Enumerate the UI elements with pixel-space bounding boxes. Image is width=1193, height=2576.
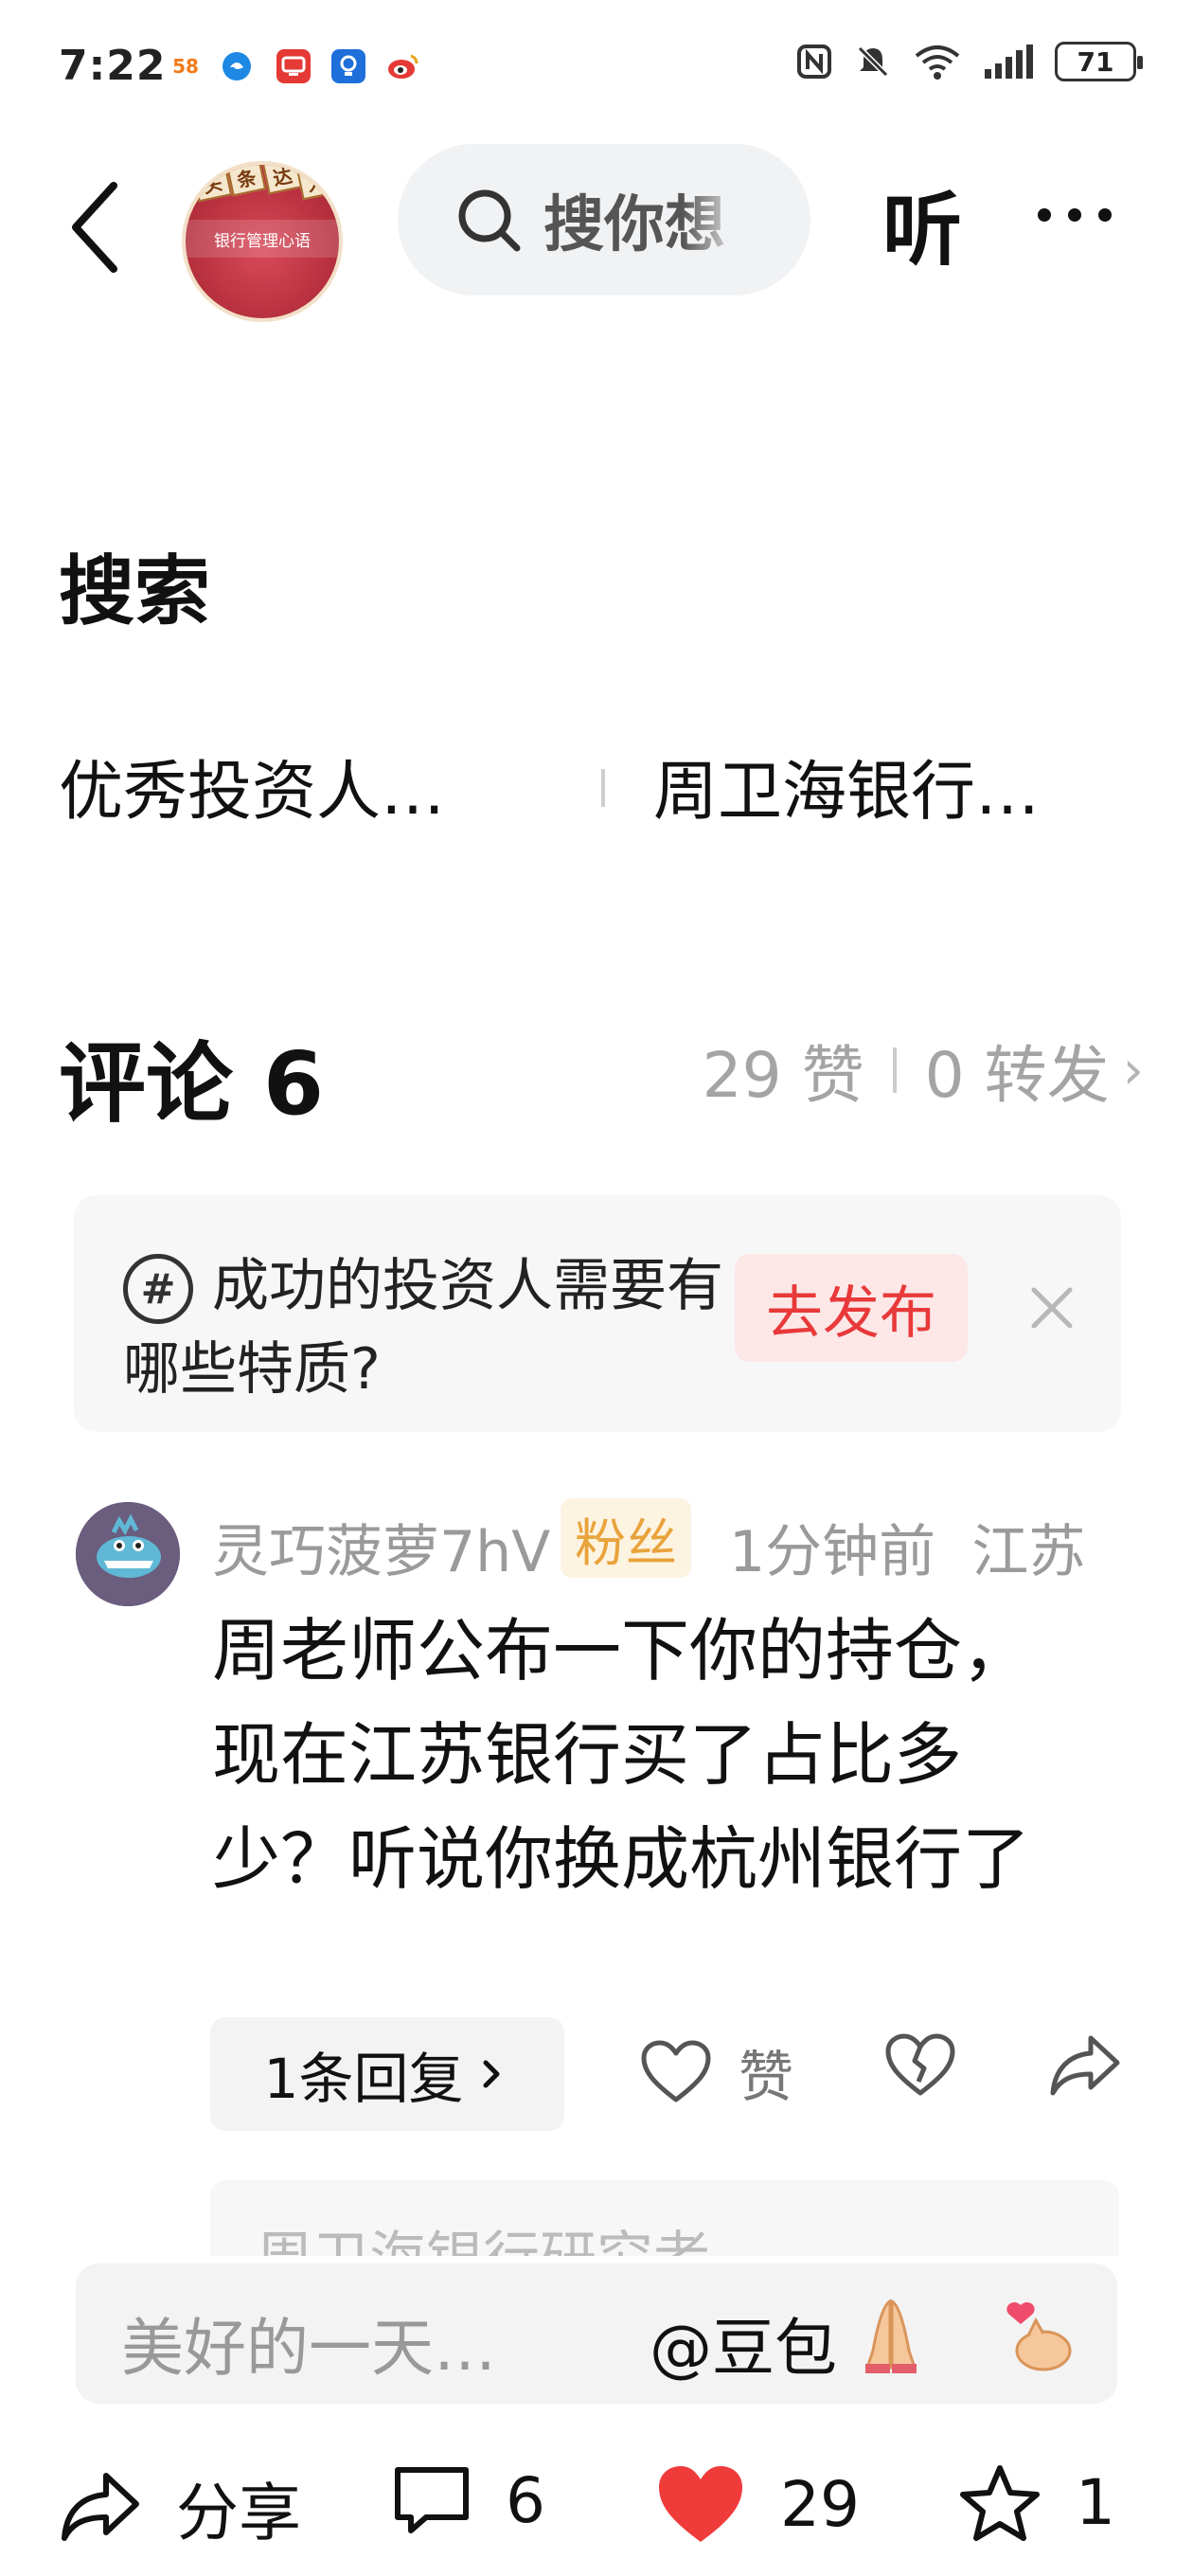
replies-label: 1条回复 — [263, 2047, 464, 2111]
share-icon — [62, 2473, 139, 2541]
commenter-avatar[interactable] — [76, 1502, 180, 1606]
nfc-icon — [797, 45, 831, 79]
mute-icon — [857, 45, 889, 78]
share-button[interactable]: 分享 — [59, 2462, 301, 2553]
view-replies-button[interactable]: 1条回复 — [210, 2017, 564, 2131]
weibo-icon — [386, 49, 420, 83]
broken-heart-icon — [885, 2033, 955, 2096]
avatar-tag: 头 — [191, 165, 233, 203]
share-label: 分享 — [176, 2477, 301, 2549]
shares-count: 0 转发 — [924, 1039, 1110, 1112]
top-nav: 头 条 达 人 银行管理心语 搜你想 听 — [0, 142, 1193, 322]
related-search-1[interactable]: 优秀投资人… — [59, 739, 445, 832]
comment-time: 1分钟前 — [729, 1519, 936, 1585]
close-icon[interactable] — [1019, 1275, 1085, 1341]
share-arrow-icon — [1050, 2035, 1120, 2096]
mention-doubao-button[interactable]: @豆包 — [650, 2298, 837, 2388]
avatar-tag: 条 — [225, 165, 267, 197]
post-stats[interactable]: 29 赞 0 转发 › — [703, 1025, 1144, 1116]
topic-text[interactable]: 成功的投资人需要有哪些特质? — [123, 1244, 767, 1411]
bottom-action-bar: 分享 6 29 1 — [0, 2424, 1193, 2576]
reply-preview[interactable]: 周卫海银行研究者 — [210, 2180, 1119, 2256]
praying-hands-emoji-icon[interactable] — [839, 2282, 943, 2387]
reply-preview-author: 周卫海银行研究者 — [256, 2212, 710, 2256]
search-bar[interactable]: 搜你想 — [398, 144, 810, 295]
favorite-button[interactable]: 1 — [958, 2462, 1115, 2542]
like-label: 赞 — [739, 2045, 794, 2109]
comment-text[interactable]: 周老师公布一下你的持仓，现在江苏银行买了占比多少？听说你换成杭州银行了 — [212, 1599, 1083, 1911]
avatar-tag: 人 — [295, 165, 337, 201]
like-button[interactable]: 29 — [655, 2462, 860, 2546]
avatar-tag: 达 — [261, 165, 303, 195]
author-avatar[interactable]: 头 条 达 人 银行管理心语 — [182, 161, 343, 322]
tv-app-icon — [276, 49, 311, 83]
comment-location: 江苏 — [971, 1519, 1086, 1585]
bulb-app-icon — [331, 49, 365, 83]
finger-heart-emoji-icon[interactable] — [987, 2282, 1091, 2387]
divider — [601, 769, 605, 807]
comment-like-button[interactable]: 赞 — [640, 2032, 793, 2112]
commenter-name[interactable]: 灵巧菠萝7hV — [212, 1506, 550, 1588]
chevron-right-icon: › — [1122, 1039, 1144, 1101]
comments-button[interactable]: 6 — [392, 2462, 545, 2538]
more-options-icon[interactable] — [1038, 208, 1112, 222]
comment-bubble-icon — [395, 2467, 469, 2533]
status-right: 71 — [795, 42, 1143, 81]
signal-icon — [985, 45, 1033, 79]
comment-dislike-button[interactable] — [884, 2032, 956, 2099]
chevron-left-icon — [72, 182, 117, 273]
chevron-right-icon — [483, 2060, 500, 2088]
like-count: 29 — [780, 2467, 860, 2541]
star-icon — [960, 2465, 1040, 2541]
avatar-book-title: 银行管理心语 — [186, 220, 339, 258]
favorite-count: 1 — [1076, 2465, 1115, 2539]
heart-outline-icon — [641, 2040, 711, 2102]
edge-browser-icon — [220, 49, 254, 83]
listen-button[interactable]: 听 — [882, 167, 962, 281]
search-placeholder: 搜你想 — [543, 190, 725, 260]
search-icon — [458, 189, 521, 252]
heart-filled-icon — [659, 2466, 742, 2542]
topic-prompt-card: # 成功的投资人需要有哪些特质? 去发布 — [74, 1195, 1121, 1432]
comment-input-placeholder: 美好的一天… — [121, 2312, 496, 2385]
comments-title: 评论 6 — [59, 1033, 325, 1135]
publish-button[interactable]: 去发布 — [735, 1254, 968, 1362]
comment-meta: 1分钟前 江苏 — [729, 1506, 1085, 1588]
search-section-title: 搜索 — [59, 547, 210, 635]
status-time: 7:22 — [59, 42, 167, 90]
related-search-2[interactable]: 周卫海银行… — [653, 739, 1040, 832]
status-bar: 7:22 58 71 — [0, 0, 1193, 142]
battery-indicator: 71 — [1055, 42, 1143, 81]
divider — [892, 1047, 897, 1093]
fan-badge: 粉丝 — [561, 1498, 691, 1578]
comment-input[interactable]: 美好的一天… @豆包 — [76, 2263, 1117, 2404]
58-app-icon: 58 — [169, 49, 203, 83]
back-button[interactable] — [57, 170, 133, 284]
comment-count: 6 — [506, 2463, 545, 2537]
wifi-icon — [915, 45, 960, 80]
likes-count: 29 赞 — [702, 1039, 864, 1112]
comment-share-button[interactable] — [1047, 2032, 1123, 2099]
